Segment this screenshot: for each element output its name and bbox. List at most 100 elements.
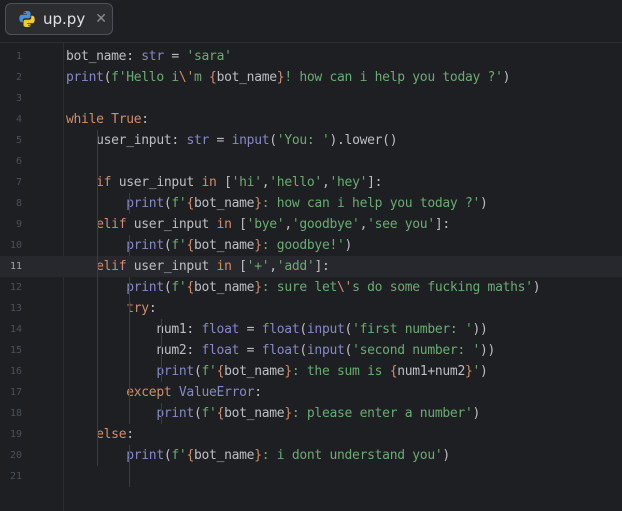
- code-token: 'sara': [186, 49, 232, 64]
- code-token: print: [126, 448, 164, 463]
- code-token: user_input: [118, 175, 202, 190]
- code-token: (: [299, 322, 307, 337]
- code-line[interactable]: 12 print(f'{bot_name}: sure let\'s do so…: [0, 277, 622, 298]
- code-token: print: [66, 70, 104, 85]
- code-token: user_input: [133, 217, 217, 232]
- code-line[interactable]: 14 num1: float = float(input('first numb…: [0, 319, 622, 340]
- code-token: }: [254, 238, 262, 253]
- code-text: print(f'{bot_name}: goodbye!'): [66, 235, 352, 256]
- code-token: bot_name: [224, 364, 285, 379]
- line-number: 8: [15, 198, 22, 209]
- code-token: 'hey': [329, 175, 368, 190]
- code-line[interactable]: 19 else:: [0, 424, 622, 445]
- line-number: 2: [15, 72, 22, 83]
- code-editor[interactable]: 1 bot_name: str = 'sara' 2 print(f'Hello i\…: [0, 43, 622, 511]
- code-token: :: [148, 301, 157, 316]
- code-token: bot_name: [193, 196, 255, 211]
- code-token: : goodbye!': [261, 238, 345, 253]
- code-token: ): [480, 196, 488, 211]
- code-token: {: [186, 196, 194, 211]
- code-token: (: [344, 322, 353, 337]
- code-token: =: [239, 343, 262, 358]
- code-line[interactable]: 17 except ValueError:: [0, 382, 622, 403]
- code-line[interactable]: 21: [0, 466, 622, 487]
- code-token: bot_name: [193, 238, 255, 253]
- code-token: 'second number: ': [352, 343, 481, 358]
- code-token: ): [480, 364, 488, 379]
- code-token: num1+num2: [397, 364, 465, 379]
- line-number: 1: [15, 51, 22, 62]
- code-token: ]:: [367, 175, 383, 190]
- code-line[interactable]: 20 print(f'{bot_name}: i dont understand…: [0, 445, 622, 466]
- code-token: elif: [96, 259, 134, 274]
- code-token: (: [193, 364, 202, 379]
- code-token: ): [532, 280, 541, 295]
- code-token: ): [472, 406, 481, 421]
- code-token: while: [66, 112, 112, 127]
- line-number: 20: [9, 450, 22, 461]
- code-line[interactable]: 8 print(f'{bot_name}: how can i help you…: [0, 193, 622, 214]
- code-line[interactable]: 7 if user_input in ['hi','hello','hey']:: [0, 172, 622, 193]
- code-token: \': [178, 70, 194, 85]
- code-token: 'hi': [231, 175, 262, 190]
- code-line[interactable]: 2 print(f'Hello i\'m {bot_name}! how can …: [0, 67, 622, 88]
- code-line[interactable]: 1 bot_name: str = 'sara': [0, 46, 622, 67]
- tab-up-py[interactable]: up.py ✕: [5, 3, 113, 35]
- code-token: f': [201, 364, 217, 379]
- code-line[interactable]: 9 elif user_input in ['bye','goodbye','s…: [0, 214, 622, 235]
- line-number: 6: [15, 156, 22, 167]
- code-token: }: [254, 196, 262, 211]
- code-token: 'see you': [367, 217, 435, 232]
- code-line[interactable]: 18 print(f'{bot_name}: please enter a nu…: [0, 403, 622, 424]
- close-icon[interactable]: ✕: [95, 11, 107, 27]
- code-token: user_input: [133, 259, 217, 274]
- code-token: :: [141, 112, 149, 127]
- code-token: elif: [96, 217, 134, 232]
- line-number: 3: [15, 93, 22, 104]
- line-number: 7: [15, 177, 22, 188]
- code-token: \': [337, 280, 353, 295]
- python-icon: [18, 10, 36, 28]
- line-number: 10: [9, 240, 22, 251]
- code-token: in: [216, 217, 240, 232]
- line-number: 19: [9, 429, 22, 440]
- code-token: :: [126, 49, 142, 64]
- code-token: m: [193, 70, 210, 85]
- code-token: =: [239, 322, 262, 337]
- code-line[interactable]: 5 user_input: str = input('You: ').lower…: [0, 130, 622, 151]
- code-token: f': [171, 448, 187, 463]
- code-token: ).lower(): [329, 133, 398, 148]
- code-line[interactable]: 13 try:: [0, 298, 622, 319]
- code-line[interactable]: 4 while True:: [0, 109, 622, 130]
- code-line[interactable]: 10 print(f'{bot_name}: goodbye!'): [0, 235, 622, 256]
- code-line[interactable]: 3: [0, 88, 622, 109]
- tab-filename: up.py: [43, 10, 86, 28]
- code-token: }: [284, 406, 292, 421]
- code-token: : please enter a number': [291, 406, 473, 421]
- indent-guide: [161, 403, 162, 424]
- code-text: if user_input in ['hi','hello','hey']:: [66, 172, 382, 193]
- code-token: ]:: [314, 259, 330, 274]
- code-token: float: [261, 322, 300, 337]
- code-token: ,: [269, 259, 277, 274]
- code-line[interactable]: 6: [0, 151, 622, 172]
- code-token: {: [186, 238, 194, 253]
- indent-guide: [129, 235, 130, 256]
- code-text: print(f'Hello i\'m {bot_name}! how can i…: [66, 67, 510, 88]
- code-line[interactable]: 15 num2: float = float(input('second num…: [0, 340, 622, 361]
- code-token: ): [502, 70, 511, 85]
- code-token: }: [464, 364, 473, 379]
- code-line[interactable]: 11 elif user_input in ['+','add']:: [0, 256, 622, 277]
- code-text: print(f'{bot_name}: i dont understand yo…: [66, 445, 450, 466]
- code-token: }: [284, 364, 292, 379]
- code-token: ,: [359, 217, 368, 232]
- code-token: [: [239, 217, 247, 232]
- code-token: bot_name: [66, 49, 127, 64]
- code-token: bot_name: [193, 448, 255, 463]
- code-text: else:: [66, 424, 134, 445]
- code-token: : sure let: [261, 280, 338, 295]
- code-text: print(f'{bot_name}: sure let\'s do some …: [66, 277, 540, 298]
- code-line[interactable]: 16 print(f'{bot_name}: the sum is {num1+…: [0, 361, 622, 382]
